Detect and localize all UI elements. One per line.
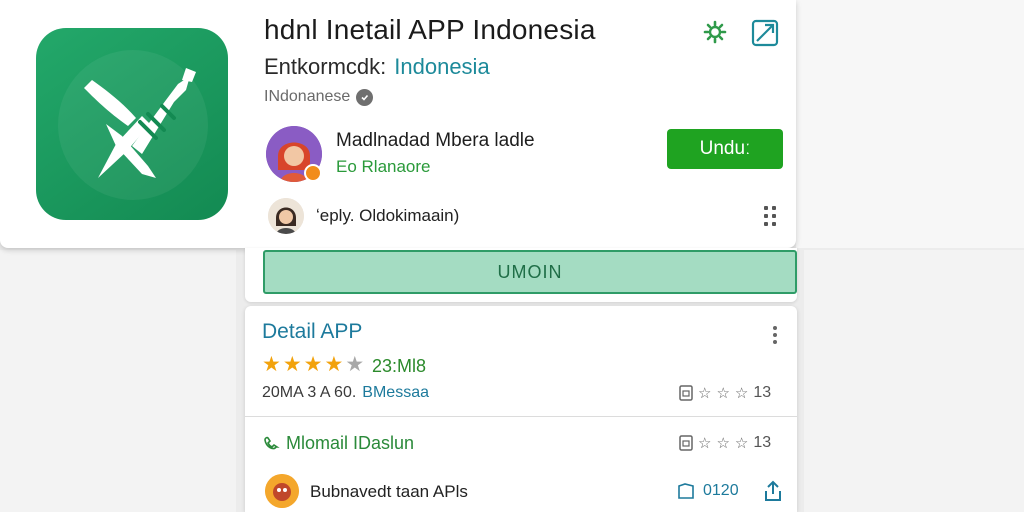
- bookmark-icon: [679, 435, 693, 451]
- language-label: INdonanese: [264, 88, 351, 105]
- related-app-name[interactable]: Bubnavedt taan APls: [310, 482, 468, 502]
- tools-logo-icon: [84, 68, 196, 178]
- grid-menu-icon[interactable]: [761, 204, 779, 228]
- details-title: Detail APP: [262, 320, 363, 343]
- reply-avatar: [268, 198, 304, 234]
- background-panel-right: [804, 250, 1024, 512]
- star-empty-icon: ★: [345, 353, 365, 376]
- related-count-value: 0120: [703, 482, 739, 499]
- more-options-icon[interactable]: [771, 324, 779, 346]
- gear-icon[interactable]: [702, 19, 728, 45]
- expand-icon[interactable]: [750, 18, 780, 48]
- related-count: 0120: [677, 482, 739, 500]
- star-outline-icon: ☆: [734, 435, 749, 452]
- details-card: Detail APP ★ ★ ★ ★ ★ 23:Ml8 20MA 3 A 60. BMes…: [245, 306, 797, 512]
- star-outline-icon: ☆: [734, 385, 749, 402]
- contact-text: Mlomail IDaslun: [286, 433, 415, 453]
- right-strip: [796, 0, 1024, 248]
- app-meta-accent[interactable]: BMessaa: [362, 384, 429, 401]
- star-filled-icon: ★: [262, 353, 281, 376]
- app-header-card: hdnl Inetail APP Indonesia Entkormcdk: In…: [0, 0, 796, 248]
- stats-row: ☆ ☆ ☆ 13: [679, 434, 771, 452]
- star-outline-icon: ☆: [698, 385, 712, 402]
- contact-line[interactable]: Mlomail IDaslun: [262, 433, 414, 454]
- phone-icon: [264, 436, 280, 449]
- info-icon[interactable]: [356, 88, 374, 106]
- square-icon: [678, 483, 694, 499]
- developer-line: Entkormcdk: Indonesia: [264, 54, 490, 80]
- star-filled-icon: ★: [324, 353, 344, 376]
- app-meta-text: 20MA 3 A 60.: [262, 384, 357, 401]
- rating-value: 23:Ml8: [372, 356, 427, 376]
- developer-name: Entkormcdk:: [264, 54, 387, 79]
- divider: [245, 416, 797, 417]
- reply-text: ʻeply. Oldokimaain): [316, 206, 460, 225]
- related-app-icon[interactable]: [265, 474, 299, 508]
- publisher-name: Madlnadad Mbera ladle: [336, 130, 535, 151]
- app-icon[interactable]: [36, 28, 228, 220]
- verified-badge-icon: [304, 164, 322, 182]
- developer-link[interactable]: Indonesia: [394, 54, 489, 79]
- star-outline-icon: ☆: [716, 385, 730, 402]
- stats-row: ☆ ☆ ☆ 13: [679, 384, 771, 402]
- star-outline-icon: ☆: [698, 435, 712, 452]
- install-button[interactable]: Unduː: [667, 129, 783, 169]
- share-icon[interactable]: [763, 480, 783, 502]
- language-line: INdonanese: [264, 88, 374, 106]
- publisher-subtitle[interactable]: Eo Rlanaore: [336, 157, 431, 177]
- star-outline-icon: ☆: [716, 435, 730, 452]
- star-filled-icon: ★: [282, 353, 302, 376]
- app-title: hdnl Inetail APP Indonesia: [264, 14, 596, 45]
- stats-count: 13: [753, 434, 772, 451]
- bookmark-icon: [679, 385, 693, 401]
- star-filled-icon: ★: [303, 353, 323, 376]
- rating-stars: ★ ★ ★ ★ ★: [262, 354, 364, 376]
- secondary-action-button[interactable]: UMOIN: [263, 250, 797, 294]
- stats-count: 13: [753, 384, 772, 401]
- background-panel-left: [0, 250, 236, 512]
- app-meta: 20MA 3 A 60. BMessaa: [262, 384, 429, 402]
